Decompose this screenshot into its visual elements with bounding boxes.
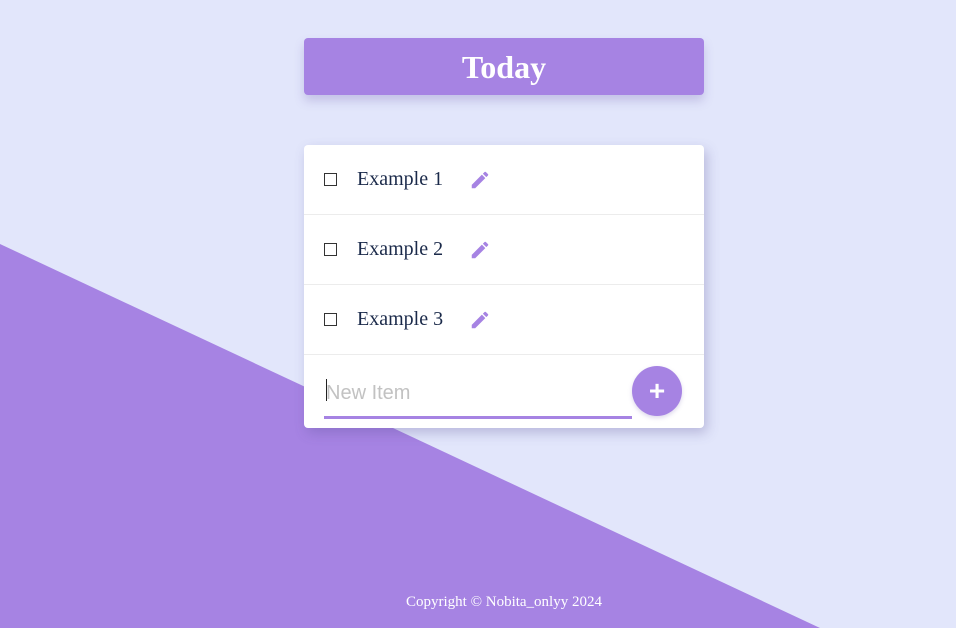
item-label: Example 3	[357, 308, 444, 330]
heading-box: Today	[304, 38, 704, 95]
add-item-button[interactable]: +	[632, 366, 682, 416]
page-title: Today	[461, 48, 547, 85]
item-label: Example 1	[357, 168, 444, 190]
list-item: Example 3	[304, 285, 704, 355]
new-item-row: +	[304, 355, 704, 426]
item-checkbox[interactable]	[324, 313, 337, 326]
item-checkbox[interactable]	[324, 173, 337, 186]
list-item: Example 2	[304, 215, 704, 285]
pencil-icon[interactable]	[469, 309, 491, 331]
todo-card: Example 1 Example 2 Example 3 +	[304, 145, 704, 428]
list-item: Example 1	[304, 145, 704, 215]
item-label: Example 2	[357, 238, 444, 260]
text-caret	[326, 379, 327, 401]
new-item-input[interactable]	[324, 371, 632, 419]
pencil-icon[interactable]	[469, 169, 491, 191]
pencil-icon[interactable]	[469, 239, 491, 261]
footer-copyright: Copyright © Nobita_onlyy 2024	[406, 594, 602, 610]
item-checkbox[interactable]	[324, 243, 337, 256]
